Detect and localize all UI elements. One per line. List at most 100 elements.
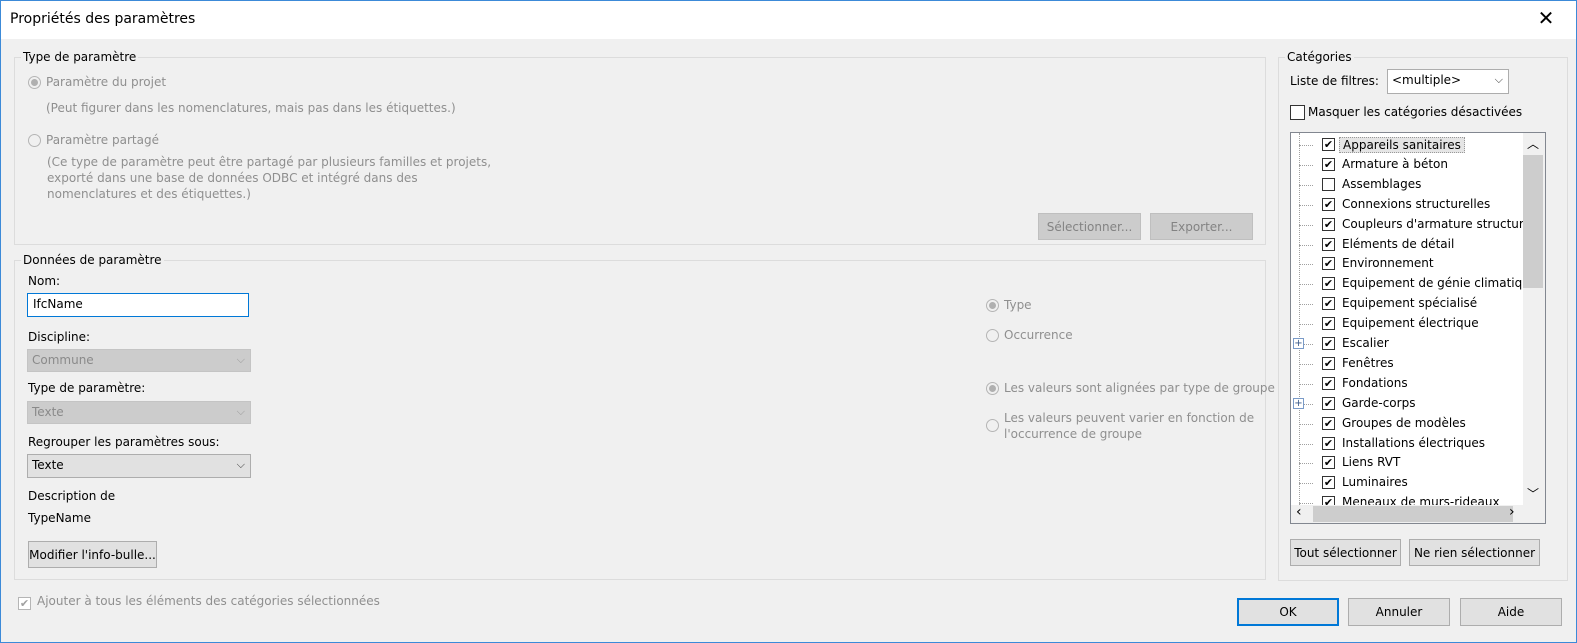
category-item[interactable]: ✔ Groupes de modèles: [1291, 414, 1521, 434]
category-item[interactable]: ✔ Equipement de génie climatiq...: [1291, 274, 1523, 294]
category-checkbox[interactable]: ✔: [1322, 496, 1335, 505]
tree-connector: [1299, 363, 1313, 366]
category-item[interactable]: Assemblages: [1291, 175, 1521, 195]
check-icon: ✔: [1323, 317, 1334, 331]
hide-disabled-checkbox[interactable]: [1290, 105, 1305, 120]
edit-tooltip-button[interactable]: Modifier l'info-bulle...: [28, 541, 157, 568]
category-item[interactable]: + ✔ Escalier: [1291, 334, 1521, 354]
name-input[interactable]: IfcName: [27, 293, 249, 317]
filter-list-select[interactable]: <multiple> ⌵: [1387, 69, 1509, 94]
category-item[interactable]: ✔ Connexions structurelles: [1291, 195, 1521, 215]
tree-connector: [1299, 304, 1313, 306]
category-checkbox[interactable]: ✔: [1322, 217, 1335, 231]
type-radio[interactable]: [986, 299, 999, 312]
category-item[interactable]: ✔ Equipement spécialisé: [1291, 294, 1521, 314]
vary-values-label-1: Les valeurs peuvent varier en fonction d…: [1004, 411, 1255, 425]
select-all-button[interactable]: Tout sélectionner: [1290, 539, 1401, 566]
chevron-down-icon: ⌵: [236, 405, 245, 418]
check-icon: ✔: [1323, 376, 1334, 390]
category-label: Armature à béton: [1342, 156, 1448, 171]
tree-connector: [1299, 383, 1313, 386]
project-param-radio[interactable]: [28, 76, 41, 89]
check-icon: ✔: [1323, 297, 1334, 311]
scroll-hthumb[interactable]: [1313, 506, 1513, 522]
category-checkbox[interactable]: ✔: [1322, 157, 1335, 171]
add-all-checkbox[interactable]: ✔: [18, 597, 31, 610]
project-param-desc: (Peut figurer dans les nomenclatures, ma…: [46, 101, 456, 115]
category-item[interactable]: ✔ Armature à béton: [1291, 155, 1521, 175]
description-value: TypeName: [28, 511, 91, 525]
category-checkbox[interactable]: ✔: [1322, 277, 1335, 291]
category-checkbox[interactable]: ✔: [1322, 297, 1335, 311]
chevron-down-icon: ⌵: [236, 353, 245, 366]
category-item[interactable]: ✔ Luminaires: [1291, 473, 1521, 493]
category-item[interactable]: ✔ Fondations: [1291, 374, 1521, 394]
category-item[interactable]: ✔ Liens RVT: [1291, 453, 1521, 473]
category-label: Assemblages: [1342, 176, 1422, 191]
category-label: Meneaux de murs-rideaux: [1342, 495, 1500, 505]
param-type-label: Type de paramètre:: [28, 381, 146, 395]
ok-button[interactable]: OK: [1237, 598, 1339, 626]
tree-connector: [1299, 284, 1313, 286]
tree-connector: [1299, 483, 1313, 485]
expand-icon[interactable]: +: [1293, 397, 1304, 409]
param-type-legend: Type de paramètre: [21, 50, 139, 64]
category-item[interactable]: + ✔ Garde-corps: [1291, 394, 1521, 414]
name-label: Nom:: [28, 274, 61, 288]
cancel-button[interactable]: Annuler: [1348, 598, 1450, 626]
scroll-right-icon[interactable]: ›: [1509, 504, 1515, 520]
scroll-thumb[interactable]: [1523, 155, 1543, 288]
occurrence-radio[interactable]: [986, 329, 999, 342]
category-checkbox[interactable]: [1322, 177, 1335, 191]
check-icon: ✔: [1323, 416, 1334, 430]
shared-param-desc-1: (Ce type de paramètre peut être partagé …: [47, 155, 492, 169]
param-type-select[interactable]: Texte ⌵: [27, 401, 251, 424]
category-item[interactable]: ✔ Coupleurs d'armature structur...: [1291, 215, 1523, 235]
close-icon[interactable]: ✕: [1535, 7, 1557, 29]
category-item[interactable]: ✔ Eléments de détail: [1291, 235, 1521, 255]
expand-icon[interactable]: +: [1293, 338, 1304, 349]
horizontal-scrollbar[interactable]: ‹ ›: [1291, 504, 1545, 523]
select-none-button[interactable]: Ne rien sélectionner: [1409, 539, 1540, 566]
category-checkbox[interactable]: ✔: [1322, 317, 1335, 331]
category-item[interactable]: ✔ Fenêtres: [1291, 354, 1521, 374]
export-button[interactable]: Exporter...: [1150, 213, 1253, 240]
type-radio-label: Type: [1004, 298, 1032, 312]
category-checkbox[interactable]: ✔: [1322, 356, 1335, 370]
aligned-values-radio[interactable]: [986, 382, 999, 395]
category-item[interactable]: ✔ Environnement: [1291, 254, 1521, 274]
category-item[interactable]: ✔ Appareils sanitaires: [1291, 135, 1521, 155]
check-icon: ✔: [1323, 138, 1334, 151]
category-item[interactable]: ✔ Equipement électrique: [1291, 314, 1521, 334]
check-icon: ✔: [19, 597, 30, 610]
check-icon: ✔: [1323, 436, 1334, 450]
scroll-up-icon[interactable]: ︿: [1527, 135, 1539, 152]
help-button[interactable]: Aide: [1460, 598, 1562, 626]
category-item[interactable]: ✔ Installations électriques: [1291, 434, 1521, 454]
category-checkbox[interactable]: ✔: [1322, 257, 1335, 271]
category-checkbox[interactable]: ✔: [1322, 376, 1335, 390]
scroll-down-icon[interactable]: ﹀: [1527, 485, 1539, 502]
check-icon: ✔: [1323, 197, 1334, 211]
filter-list-value: <multiple>: [1392, 73, 1462, 87]
shared-param-radio[interactable]: [28, 134, 41, 147]
category-checkbox[interactable]: ✔: [1322, 456, 1335, 470]
category-checkbox[interactable]: ✔: [1322, 197, 1335, 211]
tree-connector: [1299, 145, 1313, 147]
select-shared-button[interactable]: Sélectionner...: [1038, 213, 1141, 240]
categories-tree[interactable]: ✔ Appareils sanitaires ✔ Armature à béton As…: [1290, 132, 1546, 524]
category-checkbox[interactable]: ✔: [1322, 138, 1335, 151]
scroll-left-icon[interactable]: ‹: [1296, 504, 1302, 520]
vary-values-radio[interactable]: [986, 419, 999, 432]
category-checkbox[interactable]: ✔: [1322, 416, 1335, 430]
vertical-scrollbar[interactable]: ︿ ﹀: [1523, 133, 1545, 505]
category-checkbox[interactable]: ✔: [1322, 476, 1335, 490]
discipline-select[interactable]: Commune ⌵: [27, 349, 251, 372]
category-checkbox[interactable]: ✔: [1322, 237, 1335, 251]
tree-rows: ✔ Appareils sanitaires ✔ Armature à béton As…: [1291, 133, 1523, 505]
category-checkbox[interactable]: ✔: [1322, 337, 1335, 350]
category-item[interactable]: ✔ Meneaux de murs-rideaux: [1291, 493, 1521, 505]
category-checkbox[interactable]: ✔: [1322, 396, 1335, 410]
category-checkbox[interactable]: ✔: [1322, 436, 1335, 450]
group-under-select[interactable]: Texte ⌵: [27, 454, 251, 478]
